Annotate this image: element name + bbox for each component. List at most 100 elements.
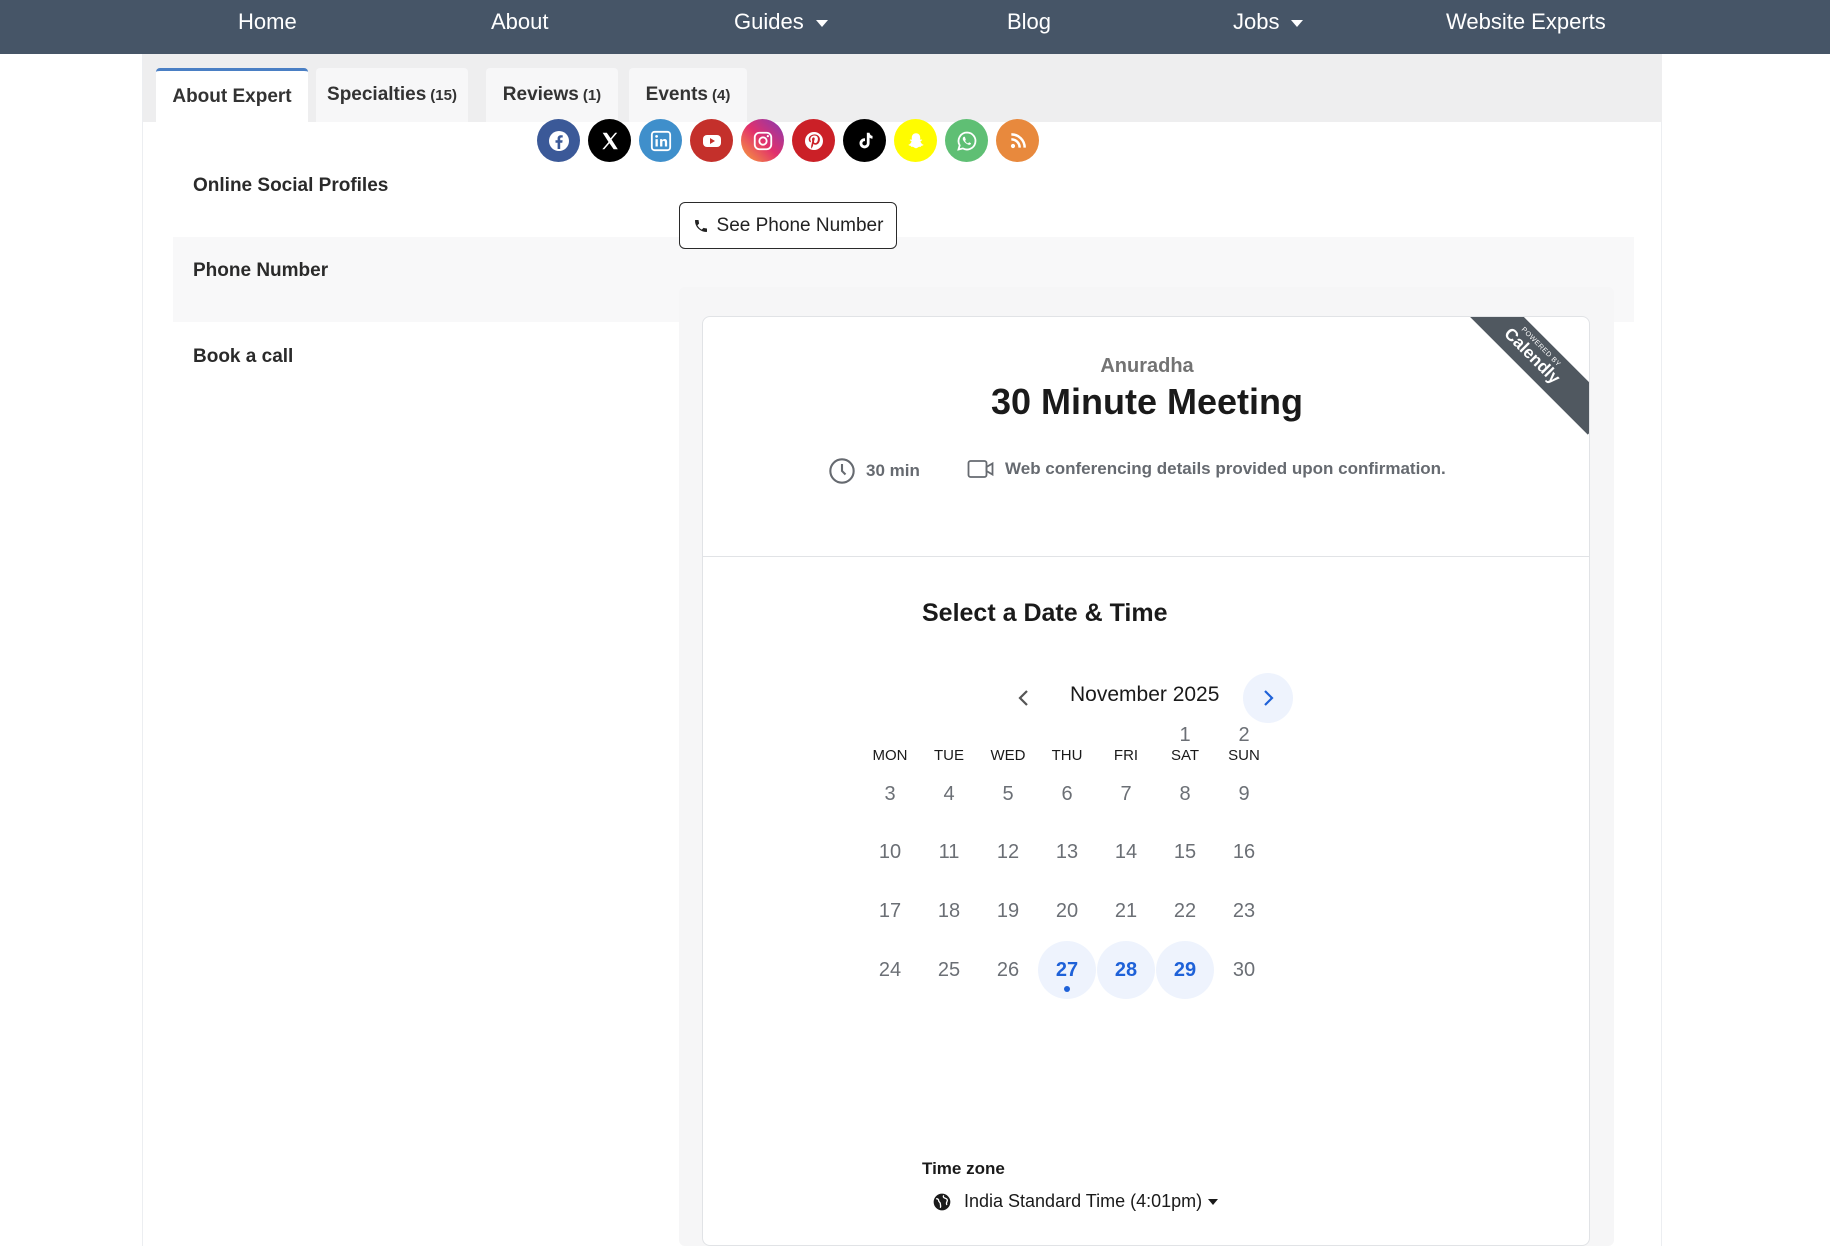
calendar-day-2: 2 xyxy=(1215,706,1273,764)
host-name: Anuradha xyxy=(1100,355,1194,377)
calendar-day-22: 22 xyxy=(1156,882,1214,940)
nav-about[interactable]: About xyxy=(491,9,549,35)
select-date-title: Select a Date & Time xyxy=(922,599,1168,627)
day-number: 13 xyxy=(1055,840,1079,863)
rss-icon[interactable] xyxy=(996,119,1039,162)
event-header: Anuradha 30 Minute Meeting 30 min Web co… xyxy=(703,317,1589,557)
facebook-icon[interactable] xyxy=(537,119,580,162)
tab-count: (4) xyxy=(711,86,731,104)
youtube-icon[interactable] xyxy=(690,119,733,162)
calendar-day-23: 23 xyxy=(1215,882,1273,940)
day-number: 19 xyxy=(996,899,1020,922)
chevron-down-icon xyxy=(1291,19,1304,27)
day-number: 6 xyxy=(1061,782,1073,805)
day-number: 8 xyxy=(1179,782,1191,805)
calendar-day-27[interactable]: 27 xyxy=(1038,941,1096,999)
day-number: 14 xyxy=(1114,840,1138,863)
calendar-day-17: 17 xyxy=(861,882,919,940)
calendar-day-18: 18 xyxy=(920,882,978,940)
day-number: 2 xyxy=(1238,723,1250,746)
calendar-day-29[interactable]: 29 xyxy=(1156,941,1214,999)
weekday-wed: WED xyxy=(990,747,1026,764)
chevron-down-icon xyxy=(815,19,828,27)
top-nav: Home About Guides Blog Jobs Website Expe… xyxy=(0,0,1830,54)
calendar-day-30: 30 xyxy=(1215,941,1273,999)
month-label: November 2025 xyxy=(1070,683,1220,706)
day-number: 22 xyxy=(1173,899,1197,922)
day-number: 5 xyxy=(1002,782,1014,805)
nav-guides-label: Guides xyxy=(734,9,804,34)
clock-icon xyxy=(829,458,855,484)
event-title: 30 Minute Meeting xyxy=(990,381,1304,422)
day-number: 28 xyxy=(1114,958,1138,981)
calendar-day-6: 6 xyxy=(1038,765,1096,823)
day-number: 18 xyxy=(937,899,961,922)
tab-reviews[interactable]: Reviews (1) xyxy=(486,68,618,122)
day-number: 27 xyxy=(1055,958,1079,981)
nav-website-experts-label: Website Experts xyxy=(1446,9,1606,34)
today-indicator xyxy=(1064,986,1070,992)
day-number: 26 xyxy=(996,958,1020,981)
see-phone-number-button[interactable]: See Phone Number xyxy=(679,202,897,249)
day-number: 15 xyxy=(1173,840,1197,863)
calendar-day-9: 9 xyxy=(1215,765,1273,823)
globe-icon xyxy=(933,1193,951,1210)
calendar-day-24: 24 xyxy=(861,941,919,999)
nav-blog-label: Blog xyxy=(1007,9,1052,34)
day-number: 10 xyxy=(878,840,902,863)
calendar-day-19: 19 xyxy=(979,882,1037,940)
duration-text: 30 min xyxy=(866,461,920,480)
nav-guides[interactable]: Guides xyxy=(734,9,828,35)
see-phone-number-label: See Phone Number xyxy=(716,214,884,236)
video-camera-icon xyxy=(967,460,994,478)
day-number: 16 xyxy=(1232,840,1256,863)
day-number: 12 xyxy=(996,840,1020,863)
linkedin-icon[interactable] xyxy=(639,119,682,162)
timezone-value: India Standard Time (4:01pm) xyxy=(964,1191,1203,1211)
weekday-fri: FRI xyxy=(1113,747,1139,764)
social-label: Online Social Profiles xyxy=(193,175,389,196)
tab-specialties[interactable]: Specialties (15) xyxy=(316,68,468,122)
day-number: 11 xyxy=(938,840,960,863)
timezone-select[interactable]: India Standard Time (4:01pm) xyxy=(932,1191,1219,1212)
snapchat-icon[interactable] xyxy=(894,119,937,162)
tab-label: About Expert xyxy=(172,85,292,107)
x-icon[interactable] xyxy=(588,119,631,162)
tab-events[interactable]: Events (4) xyxy=(629,68,747,122)
chevron-right-icon xyxy=(1264,690,1274,706)
tab-label: Specialties xyxy=(327,84,427,105)
nav-blog[interactable]: Blog xyxy=(1007,9,1051,35)
calendar-day-28[interactable]: 28 xyxy=(1097,941,1155,999)
weekday-mon: MON xyxy=(872,747,908,764)
prev-month-button[interactable] xyxy=(999,673,1049,723)
whatsapp-icon[interactable] xyxy=(945,119,988,162)
calendar-day-12: 12 xyxy=(979,823,1037,881)
nav-home[interactable]: Home xyxy=(238,9,297,35)
day-number: 4 xyxy=(943,782,955,805)
day-number: 29 xyxy=(1173,958,1197,981)
calendar-day-3: 3 xyxy=(861,765,919,823)
tab-about-expert[interactable]: About Expert xyxy=(156,68,308,122)
calendar-day-26: 26 xyxy=(979,941,1037,999)
nav-jobs[interactable]: Jobs xyxy=(1233,9,1304,35)
day-number: 25 xyxy=(937,958,961,981)
tab-count: (1) xyxy=(582,86,602,104)
tiktok-icon[interactable] xyxy=(843,119,886,162)
calendar-day-20: 20 xyxy=(1038,882,1096,940)
weekday-thu: THU xyxy=(1051,747,1083,764)
day-number: 9 xyxy=(1238,782,1250,805)
instagram-icon[interactable] xyxy=(741,119,784,162)
nav-about-label: About xyxy=(491,9,549,34)
nav-website-experts[interactable]: Website Experts xyxy=(1446,9,1606,35)
event-duration: 30 min xyxy=(828,457,920,485)
calendar-day-10: 10 xyxy=(861,823,919,881)
phone-icon xyxy=(694,219,707,232)
month-navigation: November 2025 xyxy=(703,673,1589,723)
pinterest-icon[interactable] xyxy=(792,119,835,162)
conferencing-text: Web conferencing details provided upon c… xyxy=(1005,459,1446,478)
calendar-day-21: 21 xyxy=(1097,882,1155,940)
calendar-day-4: 4 xyxy=(920,765,978,823)
day-number: 17 xyxy=(878,899,902,922)
day-number: 1 xyxy=(1179,723,1191,746)
social-icons xyxy=(537,119,1039,162)
